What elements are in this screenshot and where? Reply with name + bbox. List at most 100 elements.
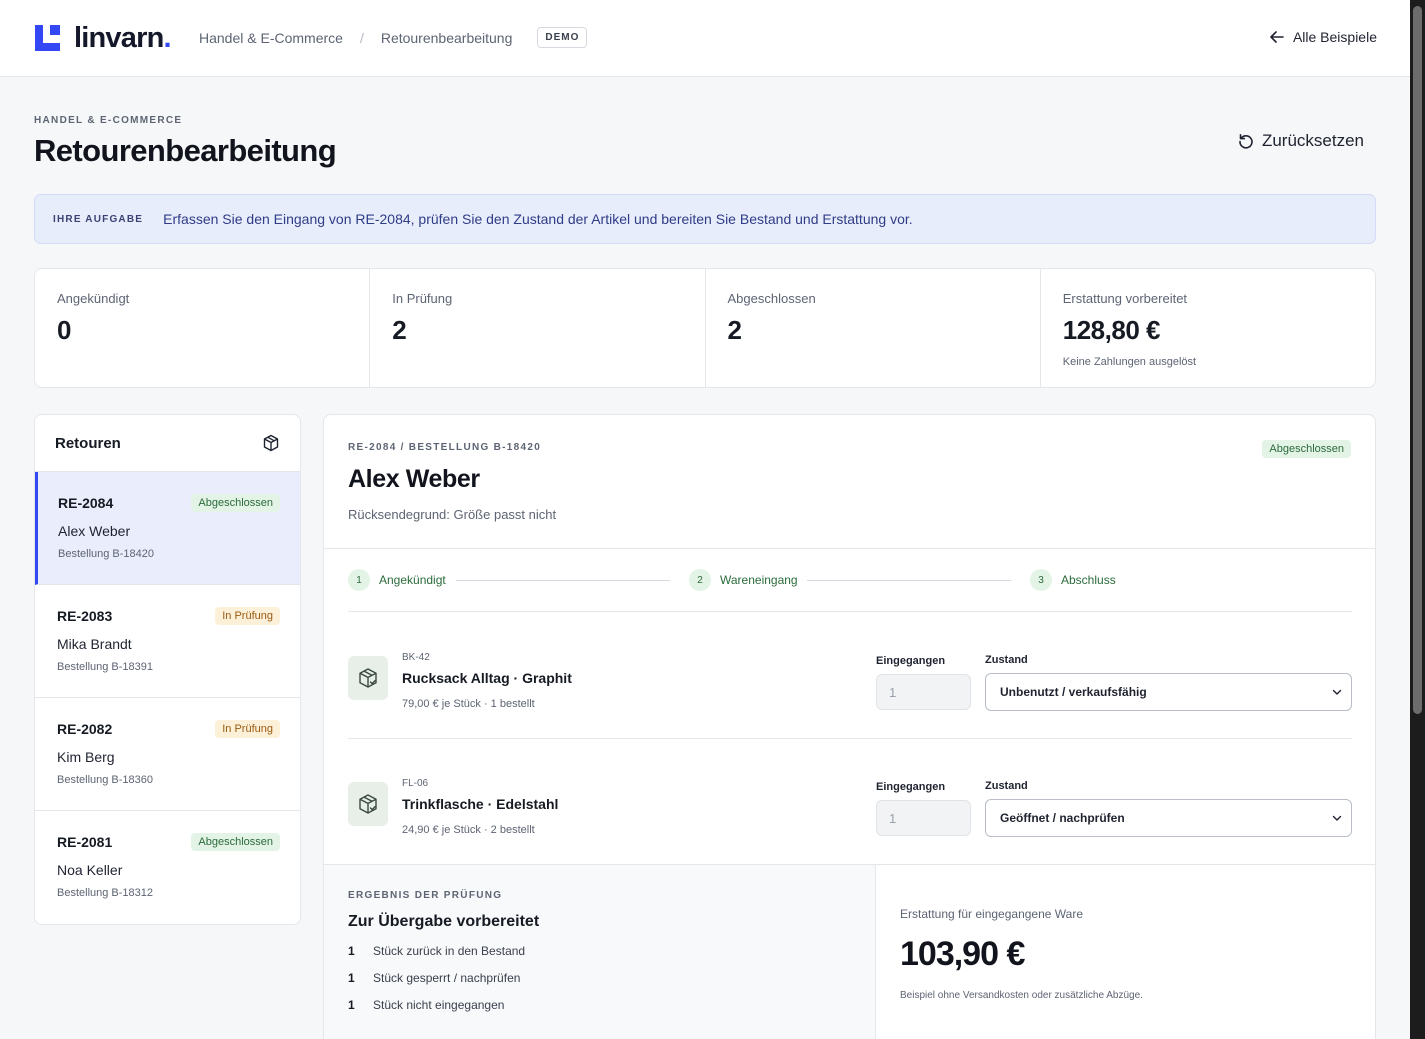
logo-mark-icon: [35, 25, 62, 51]
return-item-re-2083[interactable]: RE-2083 In Prüfung Mika Brandt Bestellun…: [35, 585, 300, 698]
received-label: Eingegangen: [876, 781, 946, 793]
result-count: 1: [348, 944, 355, 958]
result-eyebrow: ERGEBNIS DER PRÜFUNG: [348, 890, 503, 901]
step-connector: [456, 580, 670, 581]
scrollbar-thumb[interactable]: [1413, 6, 1422, 714]
breadcrumb-separator: /: [359, 29, 364, 46]
condition-value: Unbenutzt / verkaufsfähig: [1000, 685, 1147, 699]
item-price: 79,00 € je Stück · 1 bestellt: [402, 698, 535, 710]
item-sku: BK-42: [402, 652, 430, 663]
step-label: Angekündigt: [379, 573, 446, 587]
return-item-re-2084[interactable]: RE-2084 Abgeschlossen Alex Weber Bestell…: [35, 472, 300, 585]
step-connector: [807, 580, 1011, 581]
return-id: RE-2081: [57, 834, 113, 850]
chevron-down-icon: [1332, 815, 1342, 821]
logo-text: linvarn.: [74, 22, 172, 54]
divider: [324, 548, 1375, 549]
chevron-down-icon: [1332, 689, 1342, 695]
stat-label: In Prüfung: [392, 291, 453, 306]
return-item-re-2082[interactable]: RE-2082 In Prüfung Kim Berg Bestellung B…: [35, 698, 300, 811]
returns-title: Retouren: [55, 434, 121, 452]
received-quantity-input[interactable]: 1: [876, 800, 971, 836]
received-quantity-input[interactable]: 1: [876, 674, 971, 710]
all-examples-link[interactable]: Alle Beispiele: [1270, 29, 1377, 45]
arrow-left-icon: [1270, 31, 1284, 43]
return-id: RE-2084: [58, 495, 114, 511]
reset-icon: [1239, 134, 1253, 149]
result-row: 1 Stück zurück in den Bestand: [348, 944, 851, 958]
condition-value: Geöffnet / nachprüfen: [1000, 811, 1125, 825]
return-customer: Noa Keller: [57, 862, 123, 878]
return-customer: Alex Weber: [58, 523, 131, 539]
package-check-icon: [348, 782, 388, 826]
return-id: RE-2082: [57, 721, 113, 737]
result-row: 1 Stück nicht eingegangen: [348, 998, 851, 1012]
detail-reason: Rücksendegrund: Größe passt nicht: [348, 507, 557, 522]
return-order: Bestellung B-18420: [58, 548, 155, 560]
result-row: 1 Stück gesperrt / nachprüfen: [348, 971, 851, 985]
status-badge: Abgeschlossen: [191, 494, 280, 512]
demo-badge: DEMO: [537, 27, 588, 48]
result-text: Stück nicht eingegangen: [373, 998, 505, 1012]
top-bar: linvarn. Handel & E-Commerce / Retourenb…: [0, 0, 1410, 77]
return-order: Bestellung B-18360: [57, 774, 154, 786]
stat-announced: Angekündigt 0: [35, 269, 371, 387]
return-item-re-2081[interactable]: RE-2081 Abgeschlossen Noa Keller Bestell…: [35, 811, 300, 924]
returns-list: Retouren RE-2084 Abgeschlossen Alex Webe…: [34, 414, 301, 925]
step-number: 2: [689, 569, 711, 591]
item-name: Rucksack Alltag · Graphit: [402, 670, 572, 686]
stat-value: 0: [57, 315, 71, 345]
divider: [348, 738, 1352, 739]
step-label: Wareneingang: [720, 573, 798, 587]
progress-steps: 1 Angekündigt 2 Wareneingang 3 Abschluss: [348, 569, 1352, 591]
step-goods-receipt: 2 Wareneingang: [689, 569, 798, 591]
result-summary: ERGEBNIS DER PRÜFUNG Zur Übergabe vorber…: [324, 865, 876, 1039]
task-text: Erfassen Sie den Eingang von RE-2084, pr…: [163, 211, 913, 227]
stat-label: Angekündigt: [57, 291, 130, 306]
received-label: Eingegangen: [876, 655, 946, 667]
stat-in-review: In Prüfung 2: [370, 269, 706, 387]
all-examples-label: Alle Beispiele: [1292, 29, 1377, 45]
logo[interactable]: linvarn.: [35, 22, 172, 54]
detail-customer-name: Alex Weber: [348, 465, 480, 493]
return-order: Bestellung B-18312: [57, 887, 154, 899]
result-text: Stück zurück in den Bestand: [373, 944, 526, 958]
condition-select[interactable]: Geöffnet / nachprüfen: [985, 799, 1352, 837]
stat-label: Abgeschlossen: [727, 291, 816, 306]
item-price: 24,90 € je Stück · 2 bestellt: [402, 824, 535, 836]
result-title: Zur Übergabe vorbereitet: [348, 913, 540, 930]
stats-panel: Angekündigt 0 In Prüfung 2 Abgeschlossen…: [34, 268, 1376, 388]
item-name: Trinkflasche · Edelstahl: [402, 796, 559, 812]
return-customer: Mika Brandt: [57, 636, 132, 652]
task-banner: IHRE AUFGABE Erfassen Sie den Eingang vo…: [34, 194, 1376, 244]
breadcrumb-item-current: Retourenbearbeitung: [380, 29, 513, 46]
breadcrumb-item-section[interactable]: Handel & E-Commerce: [199, 30, 343, 46]
task-label: IHRE AUFGABE: [53, 213, 144, 225]
stat-refund-prepared: Erstattung vorbereitet 128,80 € Keine Za…: [1041, 269, 1375, 387]
package-icon: [263, 434, 279, 452]
refund-label: Erstattung für eingegangene Ware: [900, 907, 1084, 921]
return-customer: Kim Berg: [57, 749, 115, 765]
condition-label: Zustand: [985, 780, 1028, 792]
step-number: 3: [1030, 569, 1052, 591]
detail-reference: RE-2084 / BESTELLUNG B-18420: [348, 442, 542, 453]
divider: [348, 611, 1352, 612]
returns-header: Retouren: [35, 415, 300, 472]
condition-select[interactable]: Unbenutzt / verkaufsfähig: [985, 673, 1352, 711]
refund-summary: Erstattung für eingegangene Ware 103,90 …: [876, 865, 1375, 1039]
scrollbar[interactable]: [1410, 0, 1425, 1039]
stat-value: 2: [727, 315, 742, 345]
item-sku: FL-06: [402, 778, 429, 789]
stat-value: 2: [392, 315, 407, 345]
inspection-result: ERGEBNIS DER PRÜFUNG Zur Übergabe vorber…: [324, 864, 1375, 1039]
stat-value: 128,80 €: [1062, 315, 1161, 345]
return-line-item: BK-42 Rucksack Alltag · Graphit 79,00 € …: [348, 641, 1352, 767]
stat-completed: Abgeschlossen 2: [706, 269, 1041, 387]
return-order: Bestellung B-18391: [57, 661, 154, 673]
breadcrumb: Handel & E-Commerce / Retourenbearbeitun…: [199, 27, 588, 48]
result-text: Stück gesperrt / nachprüfen: [373, 971, 521, 985]
result-count: 1: [348, 971, 355, 985]
status-badge: In Prüfung: [215, 607, 280, 625]
reset-button[interactable]: Zurücksetzen: [1238, 131, 1364, 151]
step-completion: 3 Abschluss: [1030, 569, 1116, 591]
